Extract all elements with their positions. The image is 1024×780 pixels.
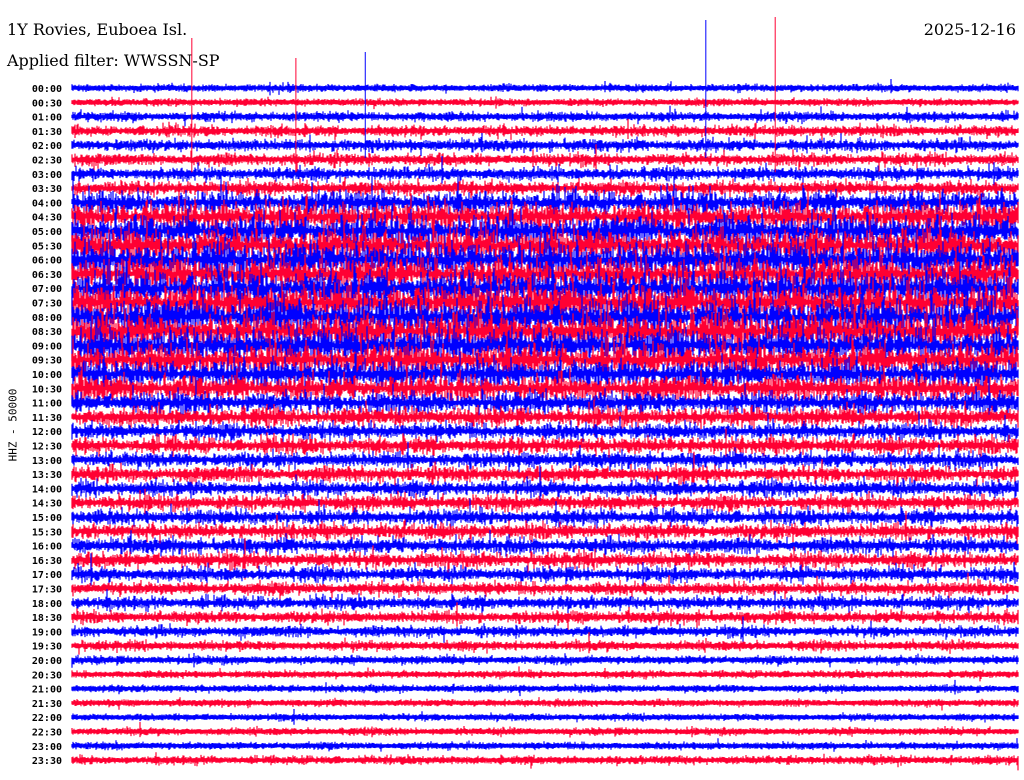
- time-tick-label: 18:00: [32, 599, 62, 610]
- time-tick-label: 13:00: [32, 456, 62, 467]
- time-tick-label: 17:30: [32, 585, 62, 596]
- time-tick-label: 01:00: [32, 113, 62, 124]
- time-tick-label: 00:30: [32, 98, 62, 109]
- time-tick-label: 09:30: [32, 356, 62, 367]
- trace-21:00: [71, 679, 1019, 697]
- time-tick-label: 11:00: [32, 399, 62, 410]
- time-tick-label: 02:30: [32, 156, 62, 167]
- time-tick-label: 15:00: [32, 513, 62, 524]
- time-tick-label: 03:30: [32, 184, 62, 195]
- time-tick-label: 11:30: [32, 413, 62, 424]
- time-tick-label: 07:30: [32, 299, 62, 310]
- time-tick-label: 21:00: [32, 685, 62, 696]
- time-tick-label: 22:30: [32, 728, 62, 739]
- trace-22:00: [71, 709, 1019, 725]
- helicorder-plot: 00:00 00:30 01:00 01:30 02:00 02:30 03:00 03:30…: [32, 17, 1019, 771]
- trace-00:30: [71, 96, 1019, 110]
- time-tick-label: 03:00: [32, 170, 62, 181]
- trace-02:00: [71, 133, 1019, 156]
- trace-23:00: [71, 738, 1019, 752]
- time-tick-label: 06:00: [32, 256, 62, 267]
- time-tick-label: 23:00: [32, 742, 62, 753]
- time-tick-label: 00:00: [32, 84, 62, 95]
- time-tick-label: 02:00: [32, 141, 62, 152]
- time-tick-label: 19:00: [32, 627, 62, 638]
- time-tick-label: 06:30: [32, 270, 62, 281]
- time-tick-label: 04:30: [32, 213, 62, 224]
- time-tick-label: 05:00: [32, 227, 62, 238]
- time-tick-label: 14:00: [32, 484, 62, 495]
- time-tick-label: 17:00: [32, 570, 62, 581]
- time-tick-label: 14:30: [32, 499, 62, 510]
- time-tick-label: 18:30: [32, 613, 62, 624]
- time-tick-label: 09:00: [32, 341, 62, 352]
- time-tick-label: 22:00: [32, 713, 62, 724]
- trace-20:00: [71, 653, 1019, 668]
- time-tick-label: 16:30: [32, 556, 62, 567]
- time-tick-label: 05:30: [32, 241, 62, 252]
- time-tick-label: 07:00: [32, 284, 62, 295]
- time-tick-label: 04:00: [32, 198, 62, 209]
- time-tick-label: 16:00: [32, 542, 62, 553]
- trace-20:30: [71, 666, 1019, 682]
- time-tick-label: 01:30: [32, 127, 62, 138]
- time-tick-label: 20:00: [32, 656, 62, 667]
- time-tick-label: 12:30: [32, 442, 62, 453]
- time-tick-label: 21:30: [32, 699, 62, 710]
- trace-22:30: [71, 722, 1019, 738]
- trace-21:30: [71, 697, 1019, 711]
- trace-00:00: [71, 79, 1019, 96]
- time-tick-label: 08:30: [32, 327, 62, 338]
- time-tick-label: 20:30: [32, 670, 62, 681]
- time-tick-label: 10:30: [32, 384, 62, 395]
- time-tick-label: 10:00: [32, 370, 62, 381]
- time-tick-label: 12:00: [32, 427, 62, 438]
- trace-23:30: [71, 752, 1019, 771]
- time-tick-label: 23:30: [32, 756, 62, 767]
- trace-01:00: [71, 105, 1019, 127]
- time-tick-label: 08:00: [32, 313, 62, 324]
- time-tick-label: 13:30: [32, 470, 62, 481]
- time-tick-label: 15:30: [32, 527, 62, 538]
- time-tick-label: 19:30: [32, 642, 62, 653]
